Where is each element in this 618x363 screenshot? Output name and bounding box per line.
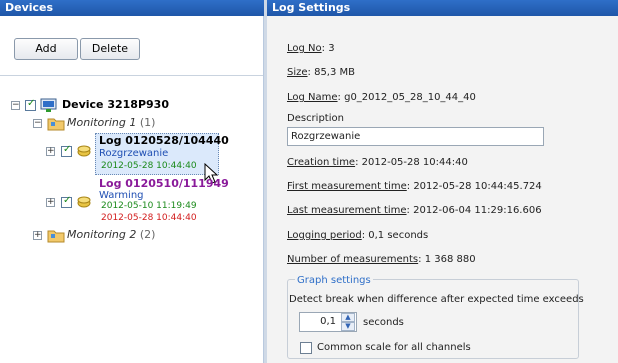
first-measurement-field: First measurement time: 2012-05-28 10:44… bbox=[287, 181, 542, 192]
description-label: Description bbox=[287, 113, 344, 124]
monitoring-2-count: (2) bbox=[139, 228, 156, 241]
logging-period-value: : 0,1 seconds bbox=[361, 230, 429, 241]
expand-log-2-icon[interactable]: + bbox=[46, 198, 55, 207]
log-name-label: Log Name bbox=[287, 92, 338, 103]
monitoring-1-label[interactable]: Monitoring 1 (1) bbox=[67, 116, 155, 129]
delete-button[interactable]: Delete bbox=[80, 38, 140, 60]
description-input[interactable]: Rozgrzewanie bbox=[287, 127, 544, 146]
first-measurement-label: First measurement time bbox=[287, 181, 407, 192]
measurements-count-field: Number of measurements: 1 368 880 bbox=[287, 254, 476, 265]
log-no-field: Log No: 3 bbox=[287, 43, 335, 54]
log-2-description: Warming bbox=[99, 190, 144, 201]
creation-time-label: Creation time bbox=[287, 157, 356, 168]
first-measurement-value: : 2012-05-28 10:44:45.724 bbox=[406, 181, 542, 192]
log-name-value: : g0_2012_05_28_10_44_40 bbox=[337, 92, 476, 103]
detect-break-label: Detect break when difference after expec… bbox=[289, 294, 584, 305]
measurements-count-label: Number of measurements bbox=[287, 254, 419, 265]
break-threshold-input[interactable]: 0,1 ▲ ▼ bbox=[299, 312, 357, 332]
check-icon: ✓ bbox=[63, 195, 72, 206]
monitoring-1-count: (1) bbox=[139, 116, 156, 129]
log-2-id: Log 0120510/111949 bbox=[99, 177, 229, 190]
log-2-checkbox[interactable]: ✓ bbox=[61, 195, 72, 208]
device-tree: − ✓ Device 3218P930 − Monitoring 1 (1) +… bbox=[0, 77, 263, 363]
graph-settings-legend: Graph settings bbox=[295, 275, 373, 286]
log-no-value: : 3 bbox=[321, 43, 335, 54]
common-scale-label: Common scale for all channels bbox=[317, 342, 471, 353]
monitoring-1-name: Monitoring 1 bbox=[67, 116, 137, 129]
spin-up-icon[interactable]: ▲ bbox=[341, 313, 355, 322]
log-1-checkbox[interactable]: ✓ bbox=[61, 144, 72, 157]
size-field: Size: 85,3 MB bbox=[287, 67, 355, 78]
expand-log-1-icon[interactable]: + bbox=[46, 147, 55, 156]
log-2-start-time: 2012-05-10 11:19:49 bbox=[101, 201, 197, 211]
device-label[interactable]: Device 3218P930 bbox=[62, 98, 169, 111]
last-measurement-label: Last measurement time bbox=[287, 205, 407, 216]
devices-panel: Add Delete − ✓ Device 3218P930 − Monitor… bbox=[0, 16, 264, 363]
expand-monitoring-2-icon[interactable]: + bbox=[33, 231, 42, 240]
device-checkbox[interactable]: ✓ bbox=[25, 98, 36, 111]
log-1-id: Log 0120528/104440 bbox=[99, 134, 229, 147]
size-value: : 85,3 MB bbox=[307, 67, 356, 78]
collapse-device-icon[interactable]: − bbox=[11, 101, 20, 110]
creation-time-value: : 2012-05-28 10:44:40 bbox=[355, 157, 468, 168]
log-settings-panel: Log No: 3 Size: 85,3 MB Log Name: g0_201… bbox=[267, 16, 618, 363]
log-no-label: Log No bbox=[287, 43, 322, 54]
check-icon: ✓ bbox=[63, 144, 72, 155]
folder-icon bbox=[47, 118, 65, 131]
log-icon bbox=[77, 196, 91, 208]
spin-down-icon[interactable]: ▼ bbox=[341, 322, 355, 331]
creation-time-field: Creation time: 2012-05-28 10:44:40 bbox=[287, 157, 468, 168]
log-settings-header: Log Settings bbox=[267, 0, 618, 16]
common-scale-checkbox[interactable] bbox=[300, 342, 312, 354]
measurements-count-value: : 1 368 880 bbox=[418, 254, 476, 265]
check-icon: ✓ bbox=[27, 98, 36, 109]
collapse-monitoring-1-icon[interactable]: − bbox=[33, 119, 42, 128]
device-icon bbox=[40, 98, 57, 112]
break-threshold-value: 0,1 bbox=[320, 316, 336, 327]
last-measurement-field: Last measurement time: 2012-06-04 11:29:… bbox=[287, 205, 542, 216]
size-label: Size bbox=[287, 67, 308, 78]
seconds-label: seconds bbox=[363, 317, 404, 328]
log-2-end-time: 2012-05-28 10:44:40 bbox=[101, 213, 197, 223]
monitoring-2-name: Monitoring 2 bbox=[67, 228, 137, 241]
logging-period-field: Logging period: 0,1 seconds bbox=[287, 230, 428, 241]
log-name-field: Log Name: g0_2012_05_28_10_44_40 bbox=[287, 92, 476, 103]
logging-period-label: Logging period bbox=[287, 230, 362, 241]
add-button[interactable]: Add bbox=[14, 38, 78, 60]
log-icon bbox=[77, 145, 91, 157]
devices-toolbar: Add Delete bbox=[0, 16, 263, 76]
log-1-description: Rozgrzewanie bbox=[99, 148, 169, 159]
monitoring-2-label[interactable]: Monitoring 2 (2) bbox=[67, 228, 155, 241]
devices-panel-header: Devices bbox=[0, 0, 264, 16]
last-measurement-value: : 2012-06-04 11:29:16.606 bbox=[406, 205, 542, 216]
log-1-time: 2012-05-28 10:44:40 bbox=[101, 161, 197, 171]
folder-icon bbox=[47, 230, 65, 243]
